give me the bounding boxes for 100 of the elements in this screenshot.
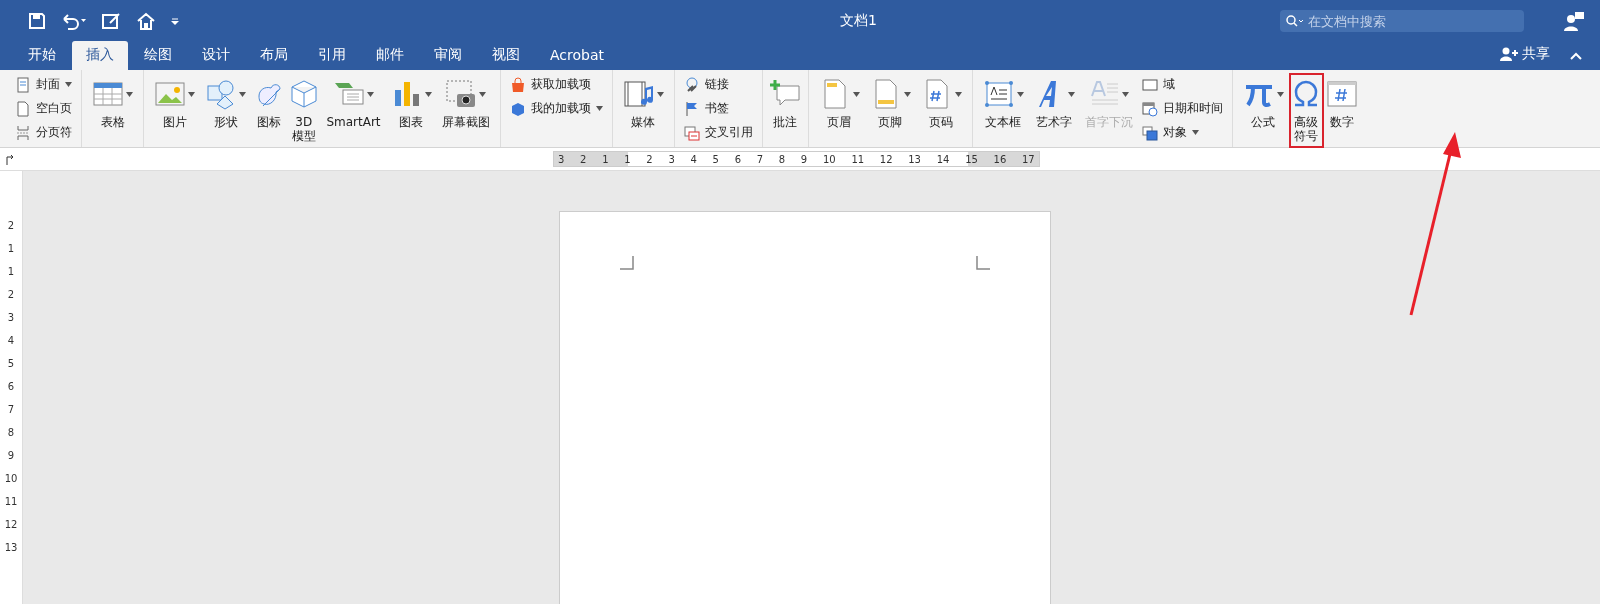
ruler-number: 10 — [4, 472, 18, 486]
ruler-number: 1 — [7, 242, 15, 256]
shopping-bag-icon — [509, 76, 526, 93]
page-break-icon — [15, 124, 31, 141]
ribbon-button[interactable]: 获取加载项 — [506, 74, 606, 95]
ruler-number: 4 — [690, 153, 697, 165]
ribbon-button[interactable]: 对象 — [1138, 122, 1226, 143]
search-field[interactable]: 在文档中搜索 — [1280, 10, 1524, 32]
ruler-number: 2 — [580, 153, 587, 165]
margin-corner-icon — [620, 256, 634, 270]
ribbon-button[interactable]: 图表 — [386, 74, 436, 133]
shapes-icon — [205, 78, 237, 110]
object-icon — [1141, 124, 1158, 141]
margin-corner-icon — [976, 256, 990, 270]
ribbon-button[interactable]: 空白页 — [12, 98, 75, 119]
ruler-number: 10 — [822, 153, 836, 165]
tab-stop-icon[interactable] — [5, 153, 15, 165]
ruler-number: 2 — [7, 219, 15, 233]
home-icon[interactable] — [136, 12, 156, 30]
search-icon — [1286, 15, 1304, 27]
ribbon-button[interactable]: 屏幕截图 — [437, 74, 494, 133]
ribbon-tab[interactable]: 绘图 — [130, 41, 186, 70]
ruler-number: 6 — [7, 380, 15, 394]
edit-icon[interactable] — [102, 12, 122, 30]
ruler-number: 9 — [800, 153, 808, 165]
ribbon-button[interactable]: 公式 — [1238, 74, 1288, 133]
ruler-number: 12 — [4, 518, 18, 532]
page-icon — [15, 76, 31, 93]
ribbon-button[interactable]: 日期和时间 — [1138, 98, 1226, 119]
flag-icon — [683, 100, 700, 117]
ruler-number: 2 — [646, 153, 653, 165]
ruler-number: 3 — [7, 311, 15, 325]
ribbon-button[interactable]: 交叉引用 — [680, 122, 756, 143]
undo-icon[interactable] — [60, 12, 88, 30]
add-person-icon — [1500, 47, 1518, 61]
ruler-number: 5 — [7, 357, 15, 371]
ribbon-button[interactable]: 页眉 — [814, 74, 864, 133]
collapse-ribbon-icon[interactable] — [1570, 52, 1582, 60]
ribbon-tab[interactable]: 设计 — [188, 41, 244, 70]
ruler-number: 15 — [965, 153, 978, 165]
ribbon-button[interactable]: 域 — [1138, 74, 1226, 95]
customize-caret-icon[interactable] — [170, 16, 180, 26]
ruler-number: 3 — [668, 153, 675, 165]
ruler-number: 12 — [879, 153, 893, 165]
number-icon — [1325, 78, 1358, 110]
ruler-number: 17 — [1022, 153, 1035, 165]
cross-reference-icon — [683, 124, 700, 141]
ribbon-button[interactable]: 页码 — [916, 74, 966, 133]
ribbon-button[interactable]: 分页符 — [12, 122, 75, 143]
ribbon-tab[interactable]: 开始 — [14, 41, 70, 70]
ruler-number: 7 — [7, 403, 15, 417]
ribbon-tab[interactable]: 布局 — [246, 41, 302, 70]
ribbon-tab[interactable]: 插入 — [72, 41, 128, 70]
ribbon-tab[interactable]: 引用 — [304, 41, 360, 70]
ribbon-button[interactable]: 高级符号 — [1289, 74, 1323, 147]
ruler-number: 6 — [734, 153, 741, 165]
ribbon-button[interactable]: 形状 — [201, 74, 250, 133]
ribbon-button[interactable]: 批注 — [768, 74, 802, 133]
ribbon-button[interactable]: 数字 — [1324, 74, 1359, 133]
ruler-number: 14 — [936, 153, 950, 165]
ribbon-button[interactable]: 我的加载项 — [506, 98, 606, 119]
ruler-number: 1 — [7, 265, 15, 279]
ribbon-button[interactable]: SmartArt — [322, 74, 385, 133]
ribbon-button[interactable]: 链接 — [680, 74, 756, 95]
ruler-number: 1 — [624, 153, 631, 165]
ruler-number: 11 — [4, 495, 18, 509]
ruler-number: 5 — [712, 153, 719, 165]
ruler-number: 7 — [756, 153, 764, 165]
ribbon-button[interactable]: 封面 — [12, 74, 75, 95]
ribbon-tab[interactable]: 审阅 — [420, 41, 476, 70]
save-icon[interactable] — [28, 12, 46, 30]
ribbon-button[interactable]: 图片 — [150, 74, 199, 133]
ribbon-button[interactable]: 图标 — [252, 74, 286, 133]
ruler-number: 8 — [7, 426, 15, 440]
film-music-icon — [622, 78, 655, 110]
search-input[interactable]: 在文档中搜索 — [1308, 13, 1508, 29]
ribbon-tab[interactable]: Acrobat — [536, 41, 618, 70]
ruler-number: 16 — [993, 153, 1007, 165]
ruler-number: 13 — [908, 153, 921, 165]
camera-icon — [445, 78, 478, 110]
ruler-number: 3 — [558, 153, 565, 165]
ribbon-tab[interactable]: 邮件 — [362, 41, 418, 70]
ruler-number: 2 — [7, 288, 15, 302]
ribbon-button[interactable]: 3D模型 — [287, 74, 321, 147]
window-title: 文档1 — [839, 12, 878, 30]
ribbon-button[interactable]: 页脚 — [865, 74, 915, 133]
ribbon-button[interactable]: 表格 — [88, 74, 137, 133]
ruler-number: 4 — [7, 334, 15, 348]
ribbon-tab[interactable]: 视图 — [478, 41, 534, 70]
calendar-clock-icon — [1141, 100, 1158, 117]
share-button[interactable]: 共享 — [1494, 44, 1556, 64]
ruler-number: 11 — [851, 153, 865, 165]
ribbon-button[interactable]: 艺术字 — [1029, 74, 1079, 133]
ribbon-button[interactable]: 文本框 — [978, 74, 1028, 133]
ruler-number: 1 — [602, 153, 609, 165]
ribbon-button[interactable]: 书签 — [680, 98, 756, 119]
ribbon-button[interactable]: 媒体 — [618, 74, 668, 133]
field-icon — [1141, 76, 1158, 93]
ruler-number: 8 — [778, 153, 786, 165]
comments-person-icon[interactable] — [1564, 11, 1584, 31]
